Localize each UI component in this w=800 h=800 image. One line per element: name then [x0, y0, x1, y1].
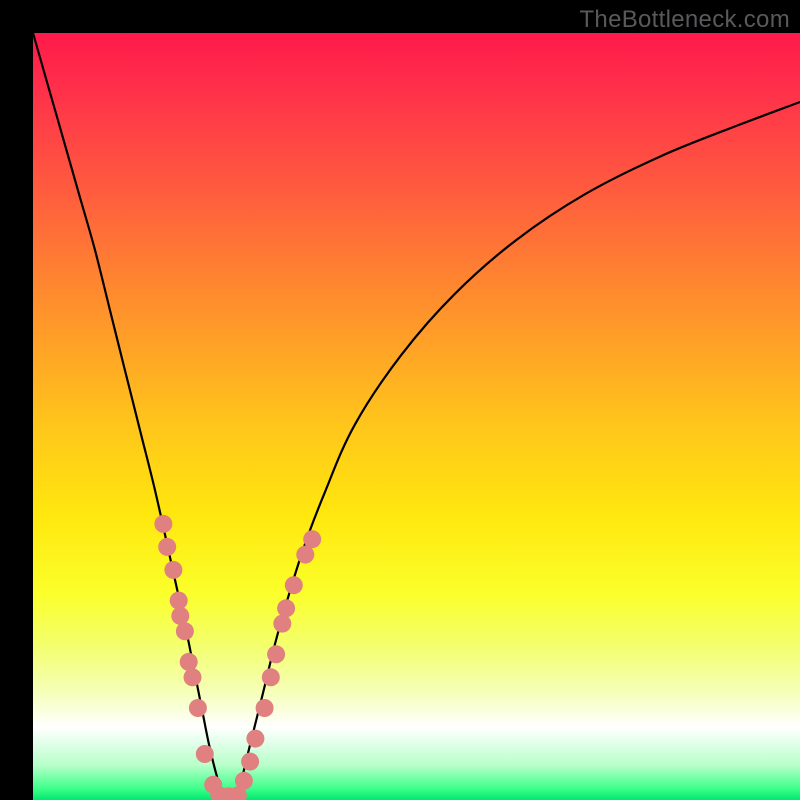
watermark-text: TheBottleneck.com: [579, 6, 790, 34]
chart-frame: TheBottleneck.com: [0, 0, 800, 800]
plot-area: [33, 33, 800, 800]
gradient-background: [33, 33, 800, 800]
